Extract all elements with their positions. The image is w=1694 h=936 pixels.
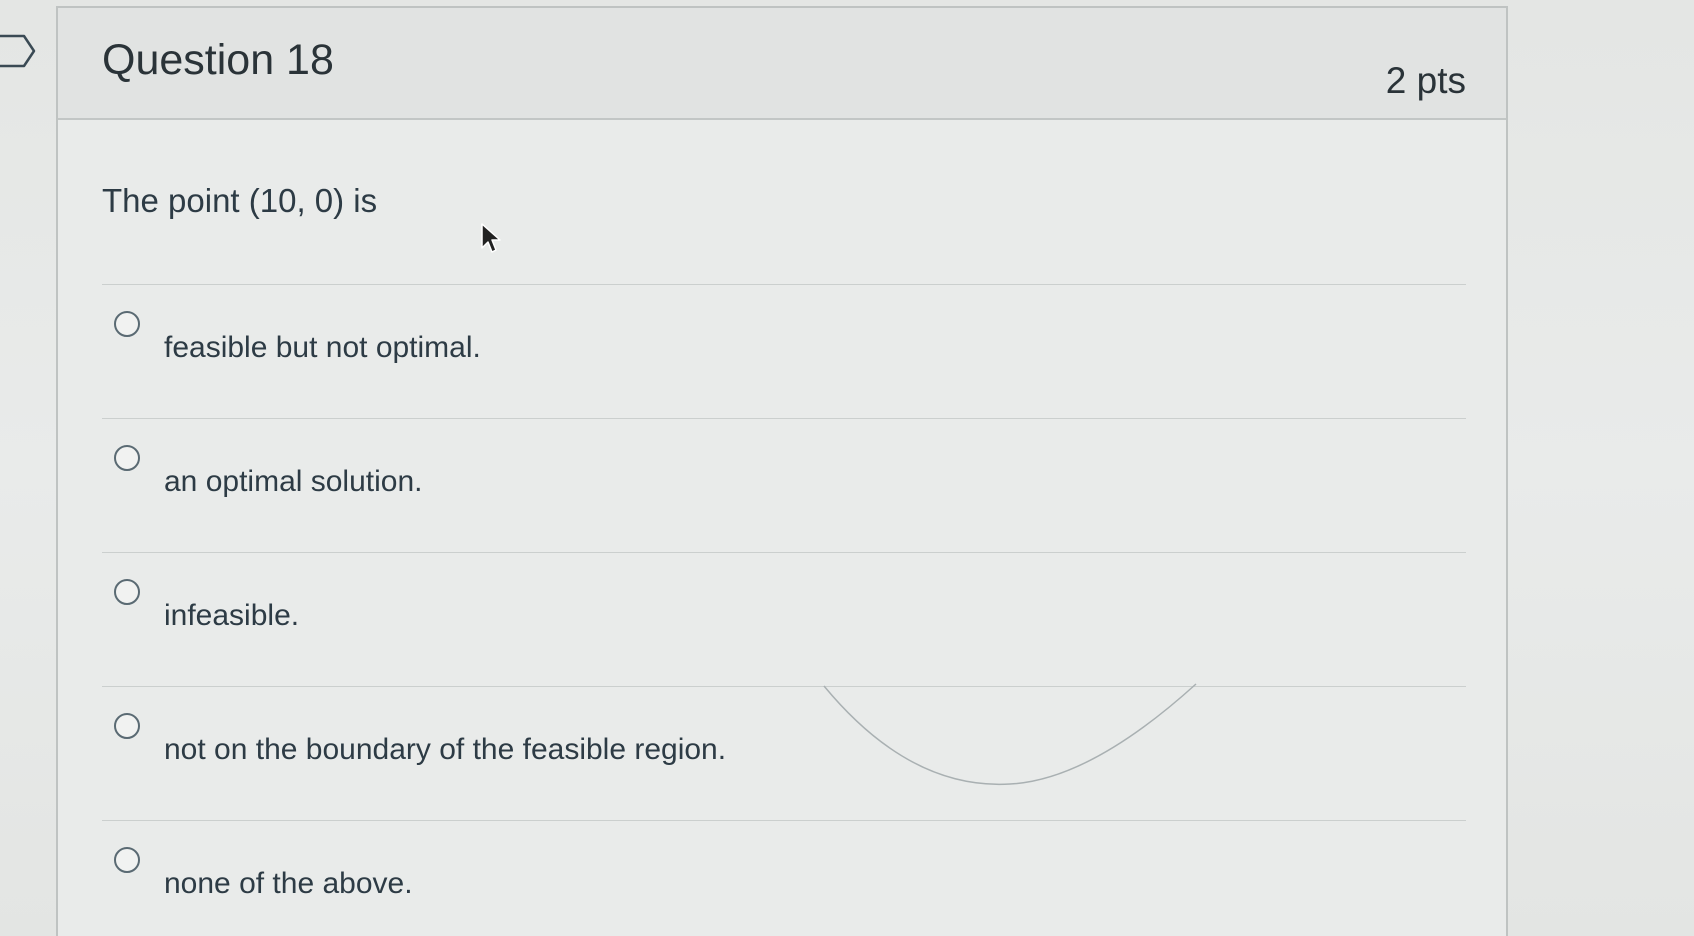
radio-button-icon[interactable] — [114, 847, 140, 873]
answer-label[interactable]: none of the above. — [164, 867, 413, 901]
answer-option-4[interactable]: not on the boundary of the feasible regi… — [102, 686, 1466, 820]
question-title: Question 18 — [102, 36, 334, 84]
radio-button-icon[interactable] — [114, 445, 140, 471]
answer-option-3[interactable]: infeasible. — [102, 552, 1466, 686]
question-header: Question 18 2 pts — [58, 8, 1506, 120]
answer-list: feasible but not optimal. an optimal sol… — [102, 284, 1466, 936]
radio-button-icon[interactable] — [114, 713, 140, 739]
answer-label[interactable]: infeasible. — [164, 599, 299, 633]
quiz-page: Question 18 2 pts The point (10, 0) is f… — [0, 0, 1694, 936]
flag-question-icon[interactable] — [0, 34, 38, 68]
answer-label[interactable]: feasible but not optimal. — [164, 331, 481, 365]
answer-option-1[interactable]: feasible but not optimal. — [102, 284, 1466, 418]
mouse-pointer-icon — [481, 223, 501, 253]
answer-option-2[interactable]: an optimal solution. — [102, 418, 1466, 552]
question-text: The point (10, 0) is — [102, 182, 378, 219]
answer-option-5[interactable]: none of the above. — [102, 820, 1466, 936]
question-card: Question 18 2 pts The point (10, 0) is f… — [56, 6, 1508, 936]
answer-label[interactable]: not on the boundary of the feasible regi… — [164, 733, 726, 767]
radio-button-icon[interactable] — [114, 311, 140, 337]
question-points: 2 pts — [1385, 60, 1466, 101]
radio-button-icon[interactable] — [114, 579, 140, 605]
answer-label[interactable]: an optimal solution. — [164, 465, 423, 499]
